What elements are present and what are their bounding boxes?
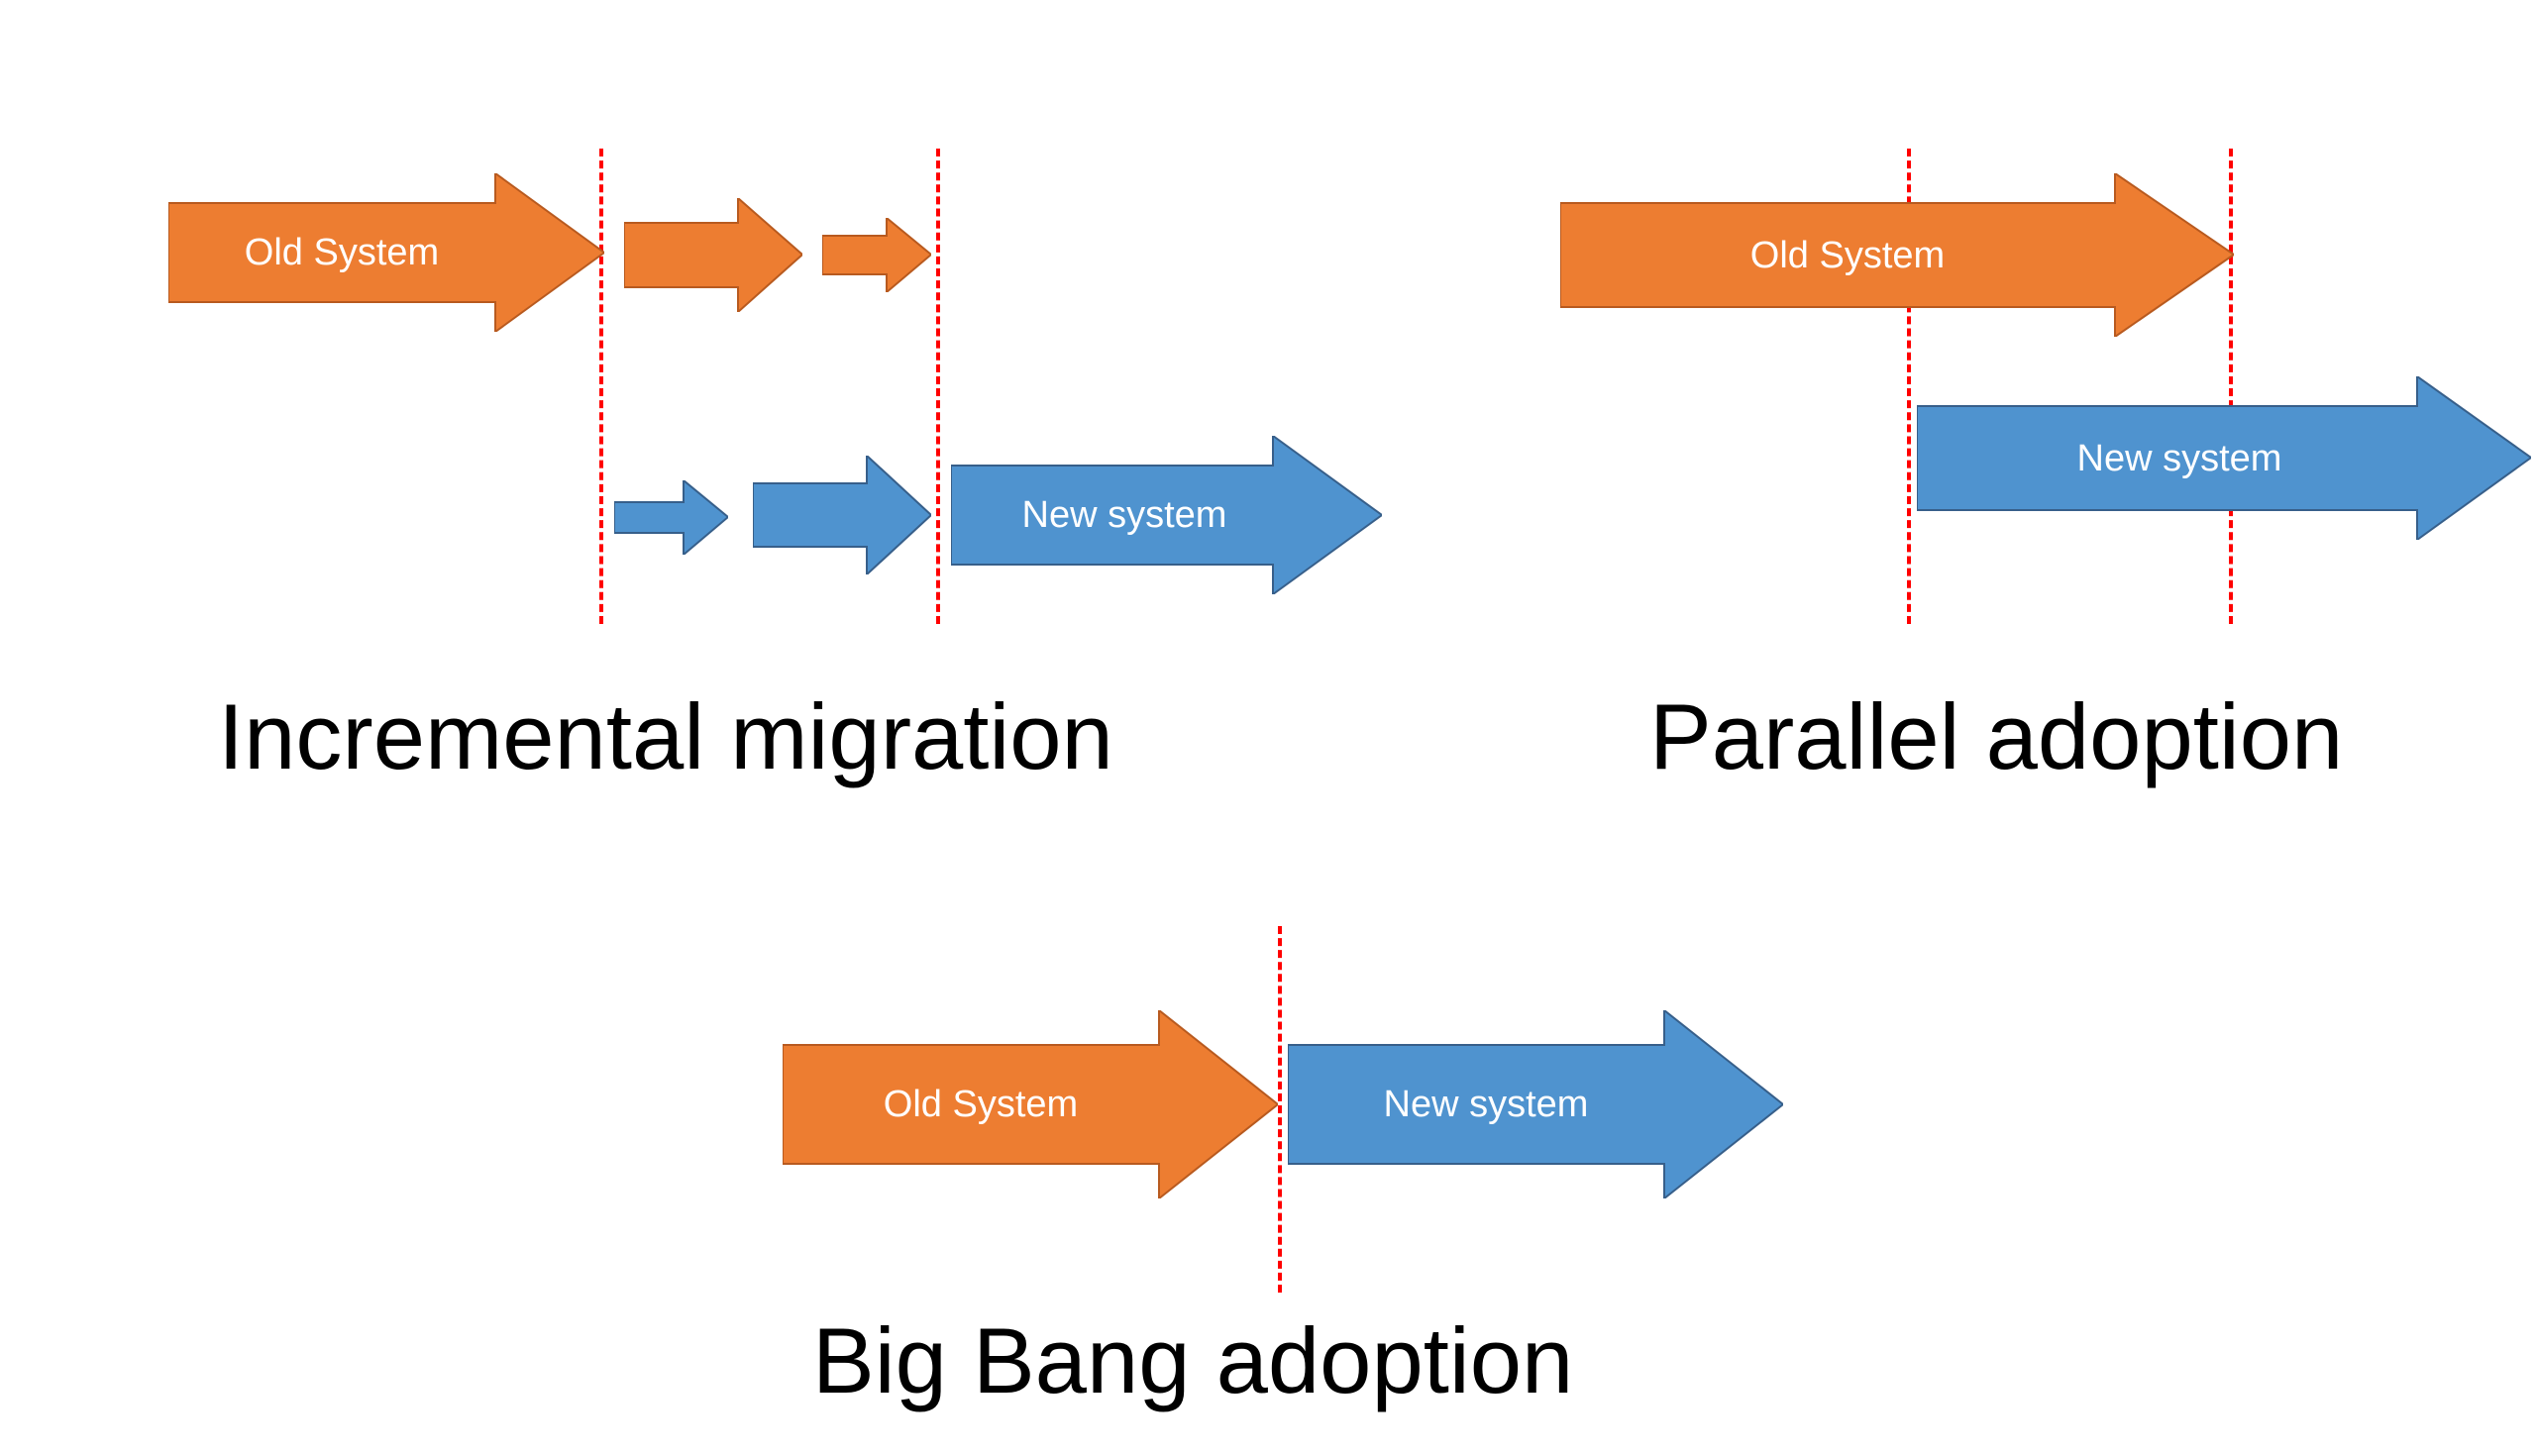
- bigbang-old-label: Old System: [884, 1084, 1078, 1125]
- parallel-old-label: Old System: [1750, 235, 1945, 276]
- bigbang-old-arrow: Old System: [783, 1010, 1278, 1198]
- incremental-old-label: Old System: [245, 232, 439, 273]
- incremental-dash-2: [936, 149, 940, 624]
- parallel-caption: Parallel adoption: [1649, 683, 2343, 790]
- incremental-old-arrow-large: Old System: [168, 173, 604, 332]
- bigbang-new-arrow: New system: [1288, 1010, 1783, 1198]
- incremental-old-arrow-medium: [624, 198, 802, 312]
- bigbang-dash: [1278, 926, 1282, 1293]
- incremental-new-arrow-medium: [753, 456, 931, 574]
- parallel-new-label: New system: [2077, 438, 2282, 479]
- incremental-old-arrow-small: [822, 218, 931, 292]
- incremental-new-arrow-large: New system: [951, 436, 1382, 594]
- parallel-new-arrow: New system: [1917, 376, 2531, 540]
- incremental-new-arrow-small: [614, 480, 728, 555]
- incremental-new-label: New system: [1022, 494, 1227, 536]
- incremental-caption: Incremental migration: [218, 683, 1113, 790]
- bigbang-new-label: New system: [1384, 1084, 1589, 1125]
- parallel-old-arrow: Old System: [1560, 173, 2234, 337]
- bigbang-caption: Big Bang adoption: [812, 1307, 1573, 1414]
